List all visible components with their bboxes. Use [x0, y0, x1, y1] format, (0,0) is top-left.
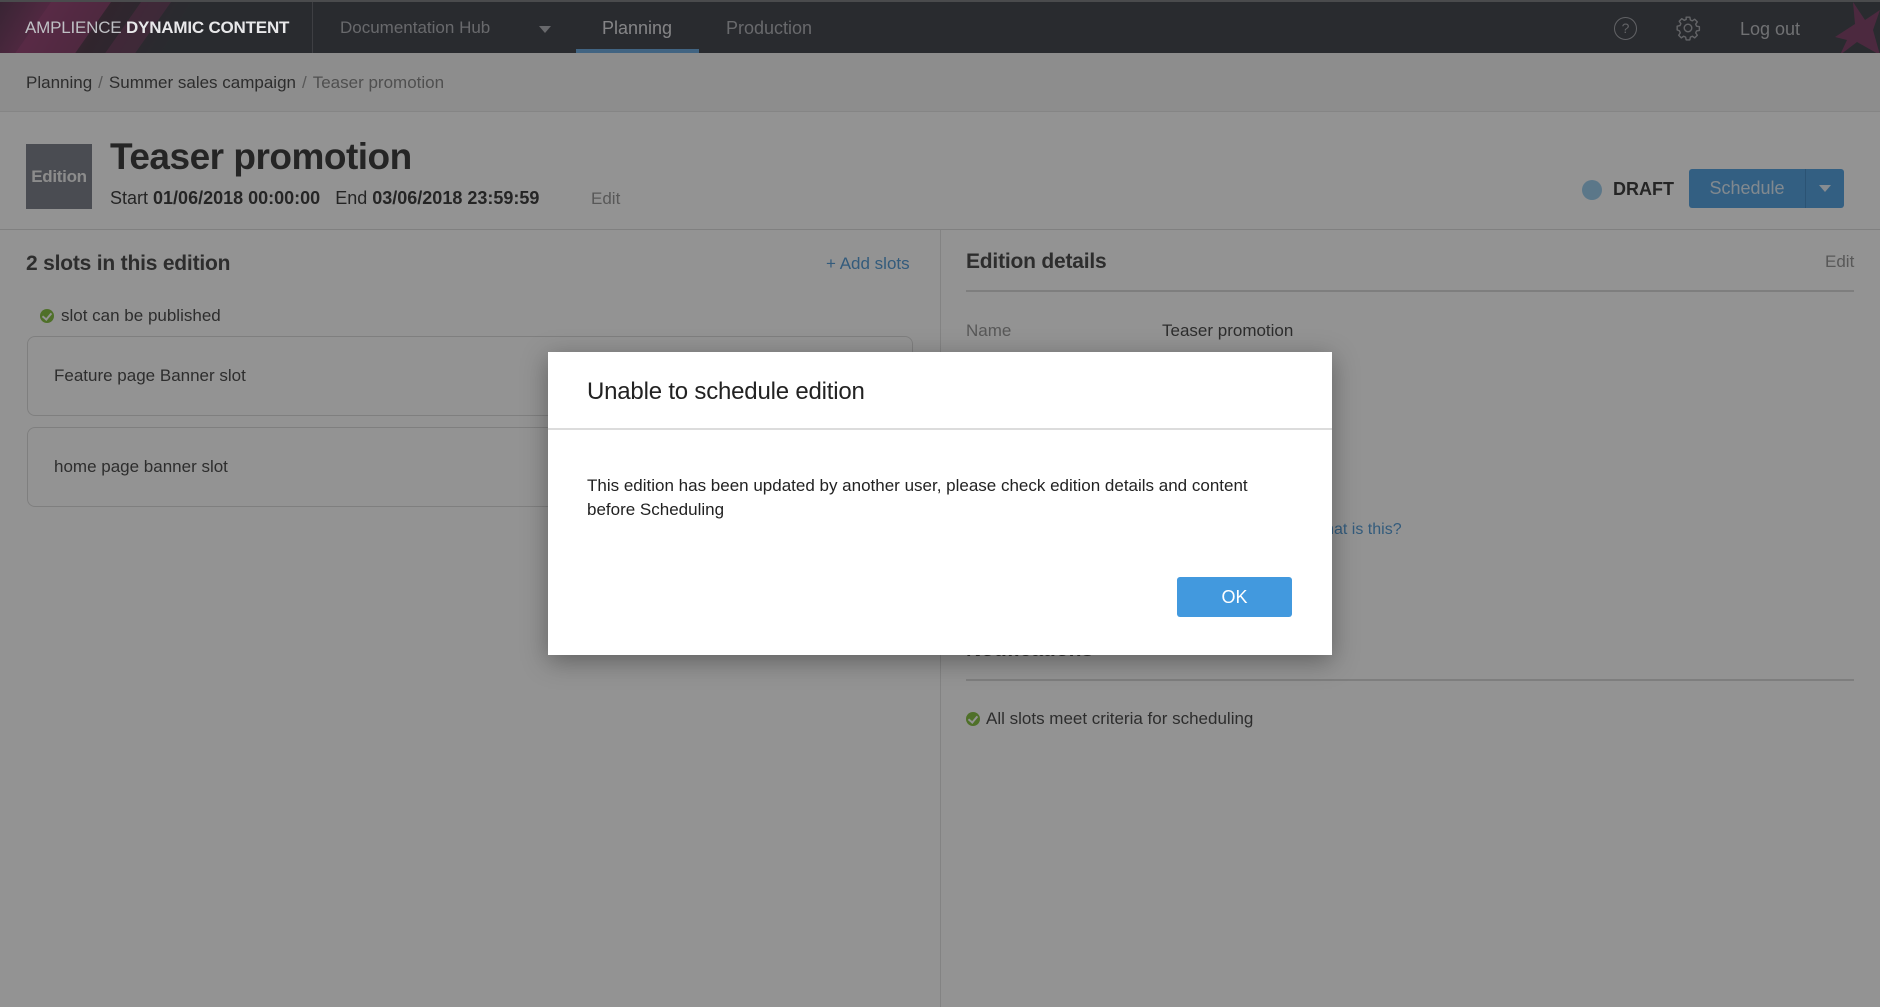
brand-name-bold: DYNAMIC CONTENT: [125, 18, 290, 37]
ok-button[interactable]: OK: [1177, 577, 1292, 617]
dialog-divider: [548, 428, 1332, 430]
dialog-title: Unable to schedule edition: [587, 378, 865, 405]
brand-logo[interactable]: AMPLIENCE DYNAMIC CONTENT: [25, 18, 289, 38]
brand-name-light: AMPLIENCE: [25, 18, 122, 37]
error-dialog: Unable to schedule edition This edition …: [548, 352, 1332, 655]
dialog-message: This edition has been updated by another…: [587, 476, 1248, 519]
